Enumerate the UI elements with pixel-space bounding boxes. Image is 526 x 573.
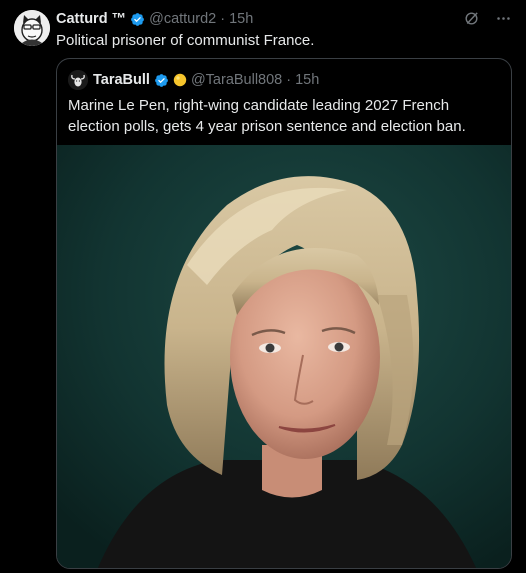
yellow-circle-emoji-icon: [173, 73, 187, 87]
quoted-timestamp[interactable]: 15h: [295, 72, 319, 88]
quoted-author-name[interactable]: TaraBull: [93, 72, 150, 88]
quoted-tweet-text: Marine Le Pen, right-wing candidate lead…: [68, 97, 466, 135]
separator-dot: ·: [220, 11, 226, 27]
quoted-avatar[interactable]: [68, 70, 88, 90]
quoted-author-handle[interactable]: @TaraBull808: [191, 72, 282, 88]
tweet-text: Political prisoner of communist France.: [56, 32, 315, 49]
timestamp[interactable]: 15h: [229, 11, 253, 27]
author-handle[interactable]: @catturd2: [149, 11, 216, 27]
separator-dot: ·: [286, 72, 292, 88]
bull-icon: [68, 70, 88, 90]
portrait-photo[interactable]: [57, 145, 511, 568]
quoted-tweet-header: TaraBull @TaraBull808 · 15h: [68, 70, 319, 90]
cartoon-cat-icon: [14, 10, 50, 46]
tweet[interactable]: Catturd ™ @catturd2 · 15h Political pris…: [0, 0, 526, 573]
author-name[interactable]: Catturd ™: [56, 11, 126, 27]
verified-badge-icon: [130, 12, 145, 27]
more-icon[interactable]: [494, 9, 512, 27]
verified-badge-icon: [154, 73, 169, 88]
avatar[interactable]: [14, 10, 50, 46]
quoted-tweet[interactable]: TaraBull @TaraBull808 · 15h Marine Le Pe…: [56, 58, 512, 569]
tweet-header: Catturd ™ @catturd2 · 15h: [56, 10, 253, 28]
grok-icon[interactable]: [462, 9, 480, 27]
portrait-image: [57, 145, 511, 568]
tweet-actions-top: [462, 9, 512, 27]
